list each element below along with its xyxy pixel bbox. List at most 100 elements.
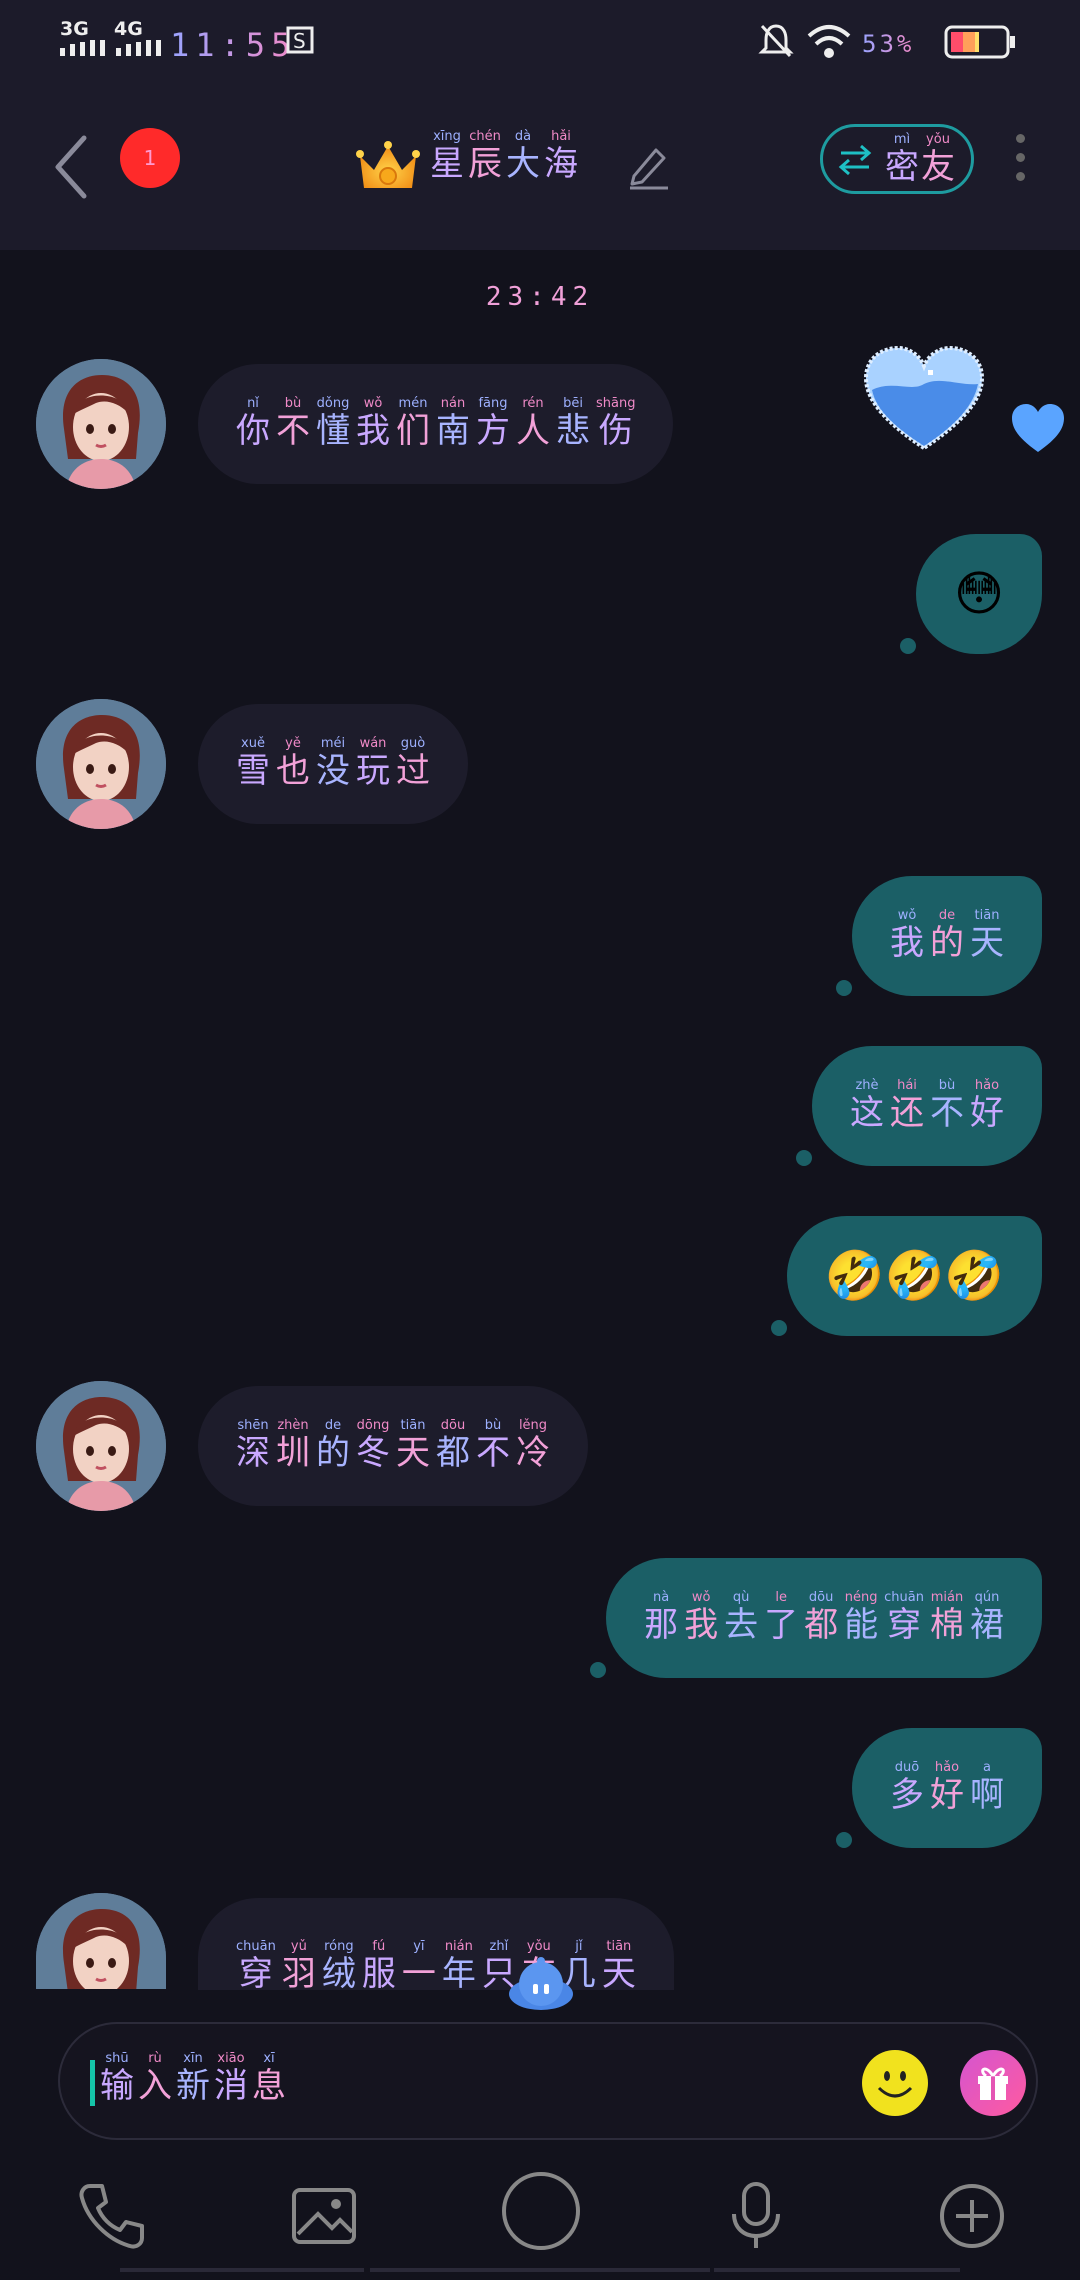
pinyin: yī (413, 1939, 425, 1954)
back-arrow-icon[interactable] (52, 132, 92, 202)
hanzi: 好 (970, 1093, 1004, 1133)
friend-tag-button[interactable]: mì 密 yǒu 友 (820, 124, 974, 194)
hanzi: 星 (430, 144, 464, 184)
ruby-char: wǒ 我 (684, 1591, 718, 1646)
ruby-char: chuān 穿 (884, 1591, 924, 1646)
outgoing-message-bubble[interactable]: zhè 这 hái 还 bù 不 hǎo 好 (812, 1046, 1042, 1166)
pinyin: róng (324, 1939, 354, 1954)
chat-header: 1 xīng 星 chén 辰 dà 大 hǎi 海 mì 密 yǒu 友 (0, 90, 1080, 250)
edit-pencil-icon[interactable] (626, 142, 670, 190)
contact-avatar[interactable] (36, 699, 166, 829)
ruby-char: yǒu 友 (921, 133, 955, 188)
incoming-message-bubble[interactable]: shēn 深 zhèn 圳 de 的 dōng 冬 tiān 天 dōu 都 bù 不 lěng 冷 (198, 1386, 588, 1506)
heart-bottle-icon[interactable] (862, 344, 986, 454)
ruby-char: bù 不 (276, 397, 310, 452)
robot-mascot-icon[interactable] (506, 1956, 576, 2010)
pinyin: nán (440, 396, 466, 411)
hanzi: 南 (436, 411, 470, 451)
pinyin: mián (930, 1590, 964, 1605)
toolbar-divider (714, 2268, 960, 2272)
pinyin: le (775, 1590, 787, 1605)
contact-avatar[interactable] (36, 1893, 166, 1989)
hanzi: 还 (890, 1093, 924, 1133)
wifi-icon (807, 25, 851, 58)
pinyin: lěng (518, 1418, 548, 1433)
hanzi: 我 (356, 411, 390, 451)
hanzi: 冷 (516, 1433, 550, 1473)
message-emoji: 🤣🤣🤣 (824, 1248, 1004, 1304)
ruby-char: fāng 方 (476, 396, 510, 452)
pinyin: mì (893, 132, 911, 147)
emoji-button[interactable] (862, 2050, 928, 2116)
heart-icon[interactable] (1010, 402, 1066, 454)
contact-avatar[interactable] (36, 1381, 166, 1511)
plus-icon[interactable] (932, 2176, 1012, 2256)
pinyin: fāng (478, 396, 508, 411)
hanzi: 没 (316, 751, 350, 791)
message-text: shēn 深 zhèn 圳 de 的 dōng 冬 tiān 天 dōu 都 bù 不 lěng 冷 (236, 1418, 550, 1474)
outgoing-message-bubble[interactable]: 🤣🤣🤣 (786, 1216, 1042, 1336)
ruby-char: duō 多 (890, 1761, 924, 1816)
bubble-tail-dot (796, 1150, 812, 1166)
ruby-char: nà 那 (644, 1591, 679, 1646)
chat-title: xīng 星 chén 辰 dà 大 hǎi 海 (430, 130, 578, 185)
hanzi: 那 (644, 1605, 679, 1645)
unread-badge[interactable]: 1 (120, 128, 180, 188)
hanzi: 辰 (468, 144, 502, 184)
ruby-char: de 的 (930, 909, 964, 964)
pinyin: zhǐ (489, 1939, 509, 1954)
pinyin: rén (522, 396, 544, 411)
pinyin: xīn (183, 2051, 203, 2066)
hanzi: 多 (890, 1775, 924, 1815)
outgoing-message-bubble[interactable]: wǒ 我 de 的 tiān 天 (852, 876, 1042, 996)
ruby-char: de 的 (316, 1418, 350, 1474)
bubble-tail-dot (770, 1320, 787, 1336)
phone-icon[interactable] (72, 2176, 152, 2256)
ruby-char: zhèn 圳 (276, 1419, 310, 1474)
ruby-char: a啊 (970, 1761, 1004, 1816)
more-menu-icon[interactable] (1010, 134, 1030, 194)
hanzi: 也 (276, 751, 310, 791)
hanzi: 的 (930, 923, 964, 963)
message-text: wǒ 我 de 的 tiān 天 (890, 909, 1004, 964)
outgoing-message-bubble[interactable]: 😳 (915, 534, 1042, 654)
pinyin: hǎo (934, 1760, 960, 1775)
contact-avatar[interactable] (36, 359, 166, 489)
hanzi: 了 (764, 1605, 799, 1645)
pinyin: yǒu (526, 1939, 551, 1954)
hanzi: 新 (176, 2066, 210, 2106)
ruby-char: xīn 新 (176, 2051, 210, 2107)
ruby-char: tiān 天 (396, 1418, 430, 1474)
hanzi: 过 (396, 751, 430, 791)
ruby-char: rén 人 (516, 396, 550, 452)
incoming-message-bubble[interactable]: chuān穿yǔ羽róng绒fú服yī一nián年zhǐ只yǒu有jǐ几tiān… (198, 1898, 674, 1994)
hanzi: 天 (601, 1954, 636, 1994)
ruby-char: fú 服 (362, 1940, 396, 1995)
pinyin: yǔ (290, 1939, 307, 1954)
ruby-char: wǒ 我 (356, 397, 390, 452)
circle-icon[interactable] (496, 2166, 586, 2256)
ruby-char: wǒ 我 (890, 909, 924, 964)
image-icon[interactable] (284, 2176, 364, 2256)
ruby-char: nián 年 (442, 1940, 476, 1995)
gift-button[interactable] (960, 2050, 1026, 2116)
ruby-char: hǎo 好 (930, 1760, 964, 1816)
incoming-message-bubble[interactable]: xuě 雪 yě 也 méi 没 wán 玩 guò 过 (198, 704, 468, 824)
hanzi: 消 (214, 2066, 248, 2106)
ruby-char: dōng 冬 (356, 1419, 390, 1474)
outgoing-message-bubble[interactable]: duō 多 hǎo 好 a 啊 (852, 1728, 1042, 1848)
hanzi: 穿 (887, 1605, 922, 1645)
incoming-message-bubble[interactable]: nǐ 你 bù 不 dǒng 懂 wǒ 我 mén 们 nán 南 fāng 方 rén 人 bēi 悲 shāng… (198, 364, 674, 484)
pinyin: zhè (855, 1078, 879, 1093)
hanzi: 不 (930, 1093, 964, 1133)
pinyin: tiān (400, 1418, 426, 1433)
outgoing-message-bubble[interactable]: nà 那 wǒ 我 qù 去 le 了 dōu 都 néng 能 chuān 穿 mián 棉 qún 裙 (606, 1558, 1042, 1678)
ruby-char: dōu 都 (804, 1591, 838, 1646)
ruby-char: mì 密 (885, 132, 919, 188)
pinyin: méi (320, 736, 346, 751)
message-input[interactable]: shū 输 rù 入 xīn 新 xiāo 消 xī 息 (58, 2022, 1038, 2140)
pinyin: dōu (440, 1418, 466, 1433)
message-emoji: 😳 (953, 566, 1004, 622)
microphone-icon[interactable] (716, 2176, 796, 2256)
pinyin: de (324, 1418, 342, 1433)
